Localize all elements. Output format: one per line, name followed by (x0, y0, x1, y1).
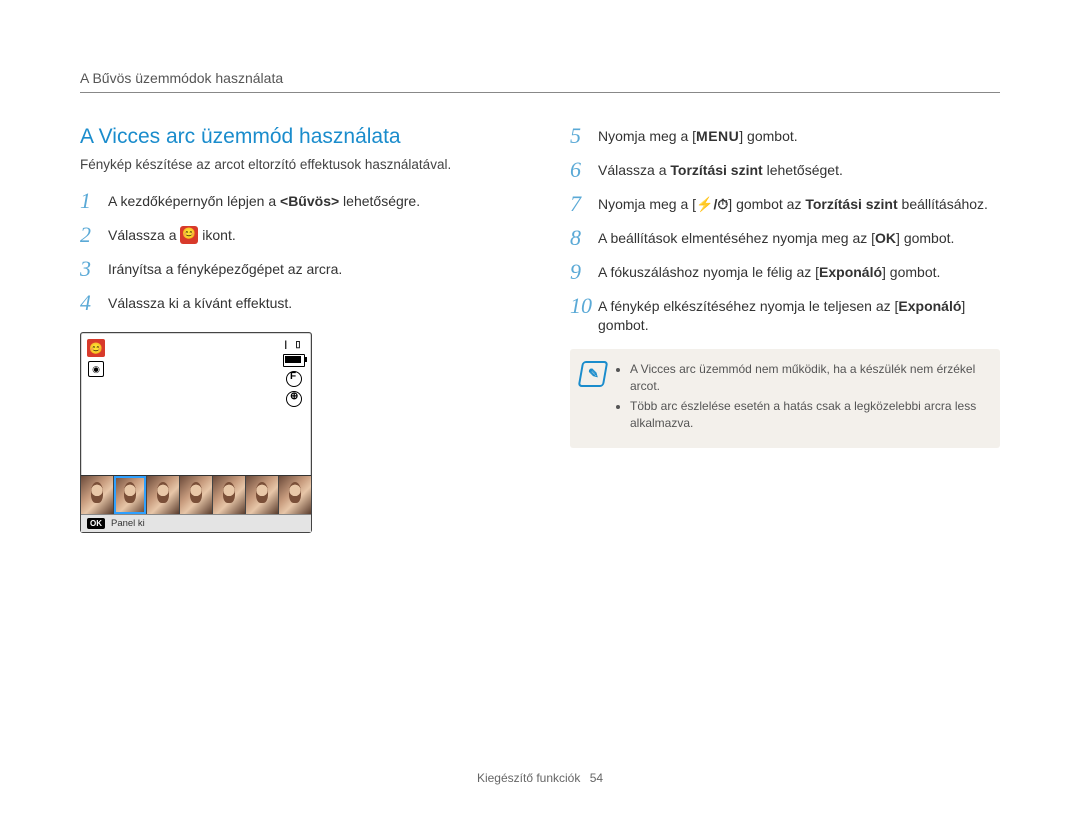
step-5: 5 Nyomja meg a [MENU] gombot. (570, 125, 1000, 147)
step-text: A kezdőképernyőn lépjen a (108, 193, 280, 209)
step-text: lehetőséget. (763, 162, 843, 178)
thumb (213, 476, 246, 514)
step-1: 1 A kezdőképernyőn lépjen a <Bűvös> lehe… (80, 190, 510, 212)
step-text: ikont. (202, 227, 235, 243)
note-bullet: A Vicces arc üzemmód nem működik, ha a k… (630, 361, 986, 395)
step-text-bold: Torzítási szint (805, 196, 897, 212)
step-text: lehetőségre. (339, 193, 420, 209)
effect-thumbnails (81, 475, 311, 514)
f-indicator-icon (286, 371, 302, 387)
thumb (81, 476, 114, 514)
step-text: A beállítások elmentéséhez nyomja meg az… (598, 230, 875, 246)
battery-icon (283, 354, 305, 367)
step-number: 1 (80, 190, 108, 212)
step-number: 9 (570, 261, 598, 283)
breadcrumb: A Bűvös üzemmódok használata (80, 70, 1000, 93)
step-text: Válassza a (598, 162, 670, 178)
step-text: ] gombot. (739, 128, 797, 144)
intro-text: Fénykép készítése az arcot eltorzító eff… (80, 157, 510, 172)
note-bullet: Több arc észlelése esetén a hatás csak a… (630, 398, 986, 432)
camera-lcd: 😊 ◉ | ▯ (80, 332, 312, 533)
right-column: 5 Nyomja meg a [MENU] gombot. 6 Válassza… (570, 125, 1000, 533)
thumb-selected (114, 476, 147, 514)
step-text: ] gombot az (728, 196, 805, 212)
step-3: 3 Irányítsa a fényképezőgépet az arcra. (80, 258, 510, 280)
zoom-indicator-icon (286, 391, 302, 407)
step-text: ] gombot. (882, 264, 940, 280)
footer-section: Kiegészítő funkciók (477, 771, 580, 785)
step-number: 7 (570, 193, 598, 215)
step-text: Nyomja meg a [ (598, 196, 696, 212)
step-number: 2 (80, 224, 108, 246)
step-number: 5 (570, 125, 598, 147)
page-footer: Kiegészítő funkciók 54 (0, 771, 1080, 785)
step-6: 6 Válassza a Torzítási szint lehetőséget… (570, 159, 1000, 181)
note-box: ✎ A Vicces arc üzemmód nem működik, ha a… (570, 349, 1000, 448)
step-text: beállításához. (898, 196, 988, 212)
section-title: A Vicces arc üzemmód használata (80, 125, 510, 149)
focus-mode-icon: ◉ (88, 361, 104, 377)
step-number: 3 (80, 258, 108, 280)
step-text: Válassza a (108, 227, 180, 243)
step-9: 9 A fókuszáláshoz nyomja le félig az [Ex… (570, 261, 1000, 283)
panel-label: Panel ki (111, 518, 145, 529)
thumb (246, 476, 279, 514)
step-2: 2 Válassza a ikont. (80, 224, 510, 246)
step-text: Nyomja meg a [ (598, 128, 696, 144)
step-text: A fókuszáláshoz nyomja le félig az [ (598, 264, 819, 280)
step-number: 10 (570, 295, 598, 317)
thumb (279, 476, 311, 514)
thumb (180, 476, 213, 514)
ok-label: OK (875, 230, 896, 246)
step-number: 8 (570, 227, 598, 249)
step-4: 4 Válassza ki a kívánt effektust. (80, 292, 510, 314)
step-text: Irányítsa a fényképezőgépet az arcra. (108, 258, 342, 279)
step-text: A fénykép elkészítéséhez nyomja le telje… (598, 298, 898, 314)
step-number: 4 (80, 292, 108, 314)
step-text-bold: Exponáló (819, 264, 882, 280)
flash-timer-icon: ⚡/⏱ (696, 196, 728, 212)
page-number: 54 (590, 771, 603, 785)
step-number: 6 (570, 159, 598, 181)
left-column: A Vicces arc üzemmód használata Fénykép … (80, 125, 510, 533)
funny-face-icon (180, 226, 198, 244)
step-8: 8 A beállítások elmentéséhez nyomja meg … (570, 227, 1000, 249)
step-text-bold: Exponáló (898, 298, 961, 314)
note-icon: ✎ (578, 361, 609, 387)
mode-badge-icon: 😊 (87, 339, 105, 357)
step-10: 10 A fénykép elkészítéséhez nyomja le te… (570, 295, 1000, 335)
step-7: 7 Nyomja meg a [⚡/⏱] gombot az Torzítási… (570, 193, 1000, 215)
menu-label: MENU (696, 128, 739, 144)
ok-badge: OK (87, 518, 105, 529)
step-text: ] gombot. (896, 230, 954, 246)
thumb (147, 476, 180, 514)
top-indicator: | ▯ (285, 339, 304, 350)
step-text-bold: Torzítási szint (670, 162, 762, 178)
step-text-bold: <Bűvös> (280, 193, 339, 209)
step-text: Válassza ki a kívánt effektust. (108, 292, 292, 313)
